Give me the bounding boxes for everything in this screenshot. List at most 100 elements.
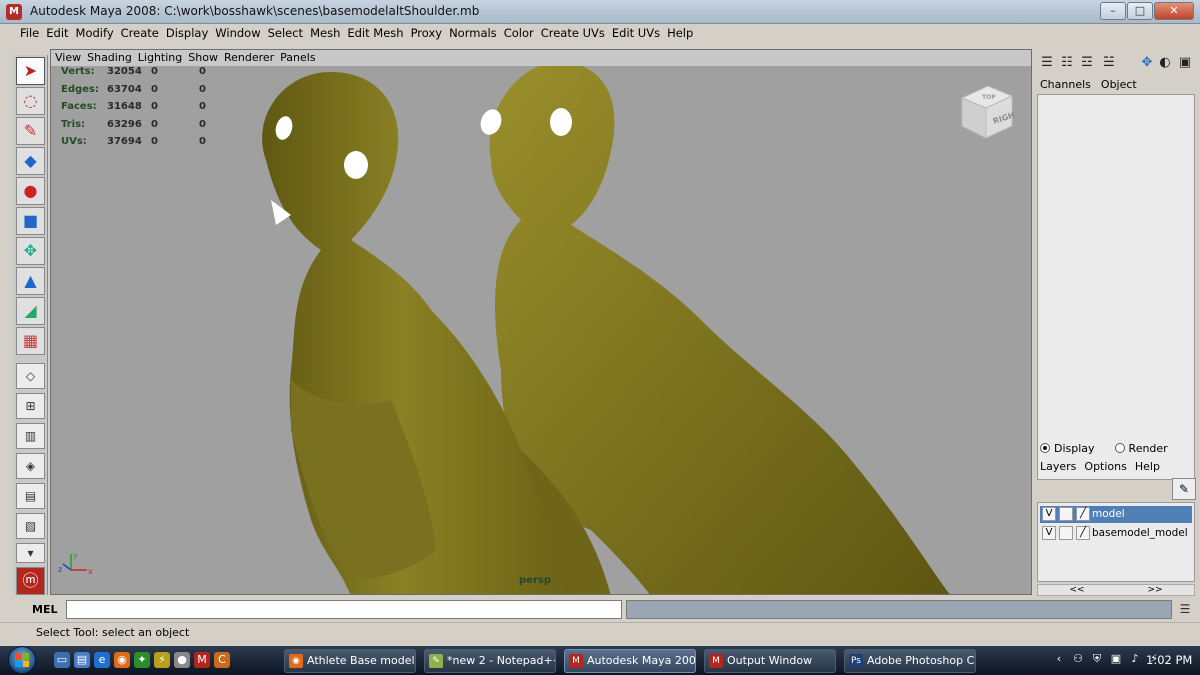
display-icon[interactable]: ▣: [1109, 652, 1123, 666]
rotate-tool-button[interactable]: ●: [16, 177, 45, 205]
panel-menu-panels[interactable]: Panels: [279, 50, 320, 66]
perspective-viewport[interactable]: View Shading Lighting Show Renderer Pane…: [50, 49, 1032, 595]
soft-mod-tool-button[interactable]: ▲: [16, 267, 45, 295]
task-maya[interactable]: M Autodesk Maya 200...: [564, 649, 696, 673]
render-layer-radio[interactable]: Render: [1114, 442, 1168, 455]
layer-menu-help[interactable]: Help: [1135, 460, 1160, 473]
menu-edit-mesh[interactable]: Edit Mesh: [345, 24, 408, 43]
grid-tool-icon: ▦: [22, 331, 39, 350]
dropdown-icon: ▾: [27, 546, 34, 560]
task-photoshop[interactable]: Ps Adobe Photoshop C...: [844, 649, 976, 673]
layer-type-toggle[interactable]: [1059, 526, 1073, 540]
layer-menu-layers[interactable]: Layers: [1040, 460, 1076, 473]
menu-window[interactable]: Window: [213, 24, 265, 43]
security-icon[interactable]: ⛨: [1090, 652, 1104, 666]
media-icon[interactable]: ●: [174, 652, 190, 668]
panel-menu-lighting[interactable]: Lighting: [137, 50, 187, 66]
show-desktop-icon[interactable]: ▭: [54, 652, 70, 668]
start-button[interactable]: [4, 646, 42, 675]
soft-mod-icon: ▲: [24, 271, 37, 290]
select-tool-button[interactable]: ➤: [16, 57, 45, 85]
layer-row-model[interactable]: V ╱ model: [1040, 506, 1192, 523]
script-editor-button[interactable]: ☰: [1176, 601, 1194, 618]
menu-color[interactable]: Color: [502, 24, 539, 43]
universal-manipulator-button[interactable]: ✥: [16, 237, 45, 265]
chrome-like-icon[interactable]: C: [214, 652, 230, 668]
move-tool-button[interactable]: ◆: [16, 147, 45, 175]
minimize-button[interactable]: –: [1100, 2, 1126, 20]
command-language-toggle[interactable]: MEL: [32, 603, 57, 616]
maya-icon[interactable]: M: [6, 4, 22, 20]
menu-create-uvs[interactable]: Create UVs: [539, 24, 610, 43]
panel-menu-shading[interactable]: Shading: [86, 50, 137, 66]
menu-proxy[interactable]: Proxy: [409, 24, 448, 43]
layout-persp-outliner-button[interactable]: ▥: [16, 423, 45, 449]
create-layer-button[interactable]: ✎: [1172, 478, 1196, 500]
layout-dropdown-button[interactable]: ▾: [16, 543, 45, 563]
panel-menu-show[interactable]: Show: [187, 50, 223, 66]
tab-channels[interactable]: Channels: [1040, 78, 1091, 91]
layer-row-basemodel[interactable]: V ╱ basemodel_model: [1040, 525, 1192, 542]
menu-mesh[interactable]: Mesh: [308, 24, 345, 43]
tool-settings-toggle-icon[interactable]: ☲: [1078, 55, 1096, 71]
menu-normals[interactable]: Normals: [447, 24, 502, 43]
paint-select-tool-button[interactable]: ✎: [16, 117, 45, 145]
network-icon[interactable]: ⚇: [1071, 652, 1085, 666]
hud-value: 37694: [107, 136, 142, 147]
ie-icon[interactable]: e: [94, 652, 110, 668]
menu-file[interactable]: File: [18, 24, 44, 43]
switch-windows-icon[interactable]: ▤: [74, 652, 90, 668]
layer-color-swatch[interactable]: ╱: [1076, 507, 1090, 521]
render-view-icon[interactable]: ▣: [1176, 55, 1194, 71]
lasso-tool-button[interactable]: ◌: [16, 87, 45, 115]
layout-single-button[interactable]: ◇: [16, 363, 45, 389]
menu-edit[interactable]: Edit: [44, 24, 73, 43]
scale-tool-button[interactable]: ■: [16, 207, 45, 235]
move-channels-icon[interactable]: ✥: [1138, 55, 1156, 71]
tray-expand-icon[interactable]: ‹: [1052, 652, 1066, 666]
picasa-icon[interactable]: ✦: [134, 652, 150, 668]
shading-toggle-icon[interactable]: ◐: [1156, 55, 1174, 71]
menu-modify[interactable]: Modify: [74, 24, 119, 43]
layout-hypershade-button[interactable]: ▤: [16, 483, 45, 509]
maximize-button[interactable]: □: [1127, 2, 1153, 20]
task-firefox[interactable]: ◉ Athlete Base model ...: [284, 649, 416, 673]
panel-menu-renderer[interactable]: Renderer: [223, 50, 279, 66]
layer-type-toggle[interactable]: [1059, 507, 1073, 521]
layer-color-swatch[interactable]: ╱: [1076, 526, 1090, 540]
menu-help[interactable]: Help: [665, 24, 698, 43]
taskbar-clock[interactable]: 1:02 PM: [1146, 653, 1192, 667]
viewcube-icon[interactable]: RIGHT TOP: [958, 84, 1014, 144]
channel-box-list[interactable]: [1037, 94, 1195, 480]
layout-persp-graph-button[interactable]: ◈: [16, 453, 45, 479]
task-notepad[interactable]: ✎ *new 2 - Notepad++: [424, 649, 556, 673]
close-button[interactable]: ✕: [1154, 2, 1194, 20]
scroll-right-button[interactable]: >>: [1147, 585, 1162, 595]
show-manipulator-button[interactable]: ◢: [16, 297, 45, 325]
layer-editor-toggle-icon[interactable]: ☱: [1100, 55, 1118, 71]
maya-quick-icon[interactable]: M: [194, 652, 210, 668]
firefox-icon[interactable]: ◉: [114, 652, 130, 668]
last-tool-button[interactable]: ▦: [16, 327, 45, 355]
volume-icon[interactable]: ♪: [1128, 652, 1142, 666]
winamp-icon[interactable]: ⚡: [154, 652, 170, 668]
panel-menu-view[interactable]: View: [54, 50, 86, 66]
layout-graph-button[interactable]: ▧: [16, 513, 45, 539]
task-output-window[interactable]: M Output Window: [704, 649, 836, 673]
attribute-editor-toggle-icon[interactable]: ☷: [1058, 55, 1076, 71]
channel-box-toggle-icon[interactable]: ☰: [1038, 55, 1056, 71]
menu-display[interactable]: Display: [164, 24, 213, 43]
layer-menu-options[interactable]: Options: [1084, 460, 1126, 473]
layer-visibility-toggle[interactable]: V: [1042, 507, 1056, 521]
layer-scrollbar[interactable]: << >>: [1037, 584, 1195, 596]
layout-four-button[interactable]: ⊞: [16, 393, 45, 419]
scroll-left-button[interactable]: <<: [1069, 585, 1084, 595]
menu-create[interactable]: Create: [119, 24, 164, 43]
menu-select[interactable]: Select: [266, 24, 308, 43]
layer-visibility-toggle[interactable]: V: [1042, 526, 1056, 540]
tab-object[interactable]: Object: [1101, 78, 1137, 91]
maya-logo-button[interactable]: ⓜ: [16, 567, 45, 595]
display-layer-radio[interactable]: Display: [1040, 442, 1095, 455]
command-input[interactable]: [66, 600, 622, 619]
menu-edit-uvs[interactable]: Edit UVs: [610, 24, 665, 43]
